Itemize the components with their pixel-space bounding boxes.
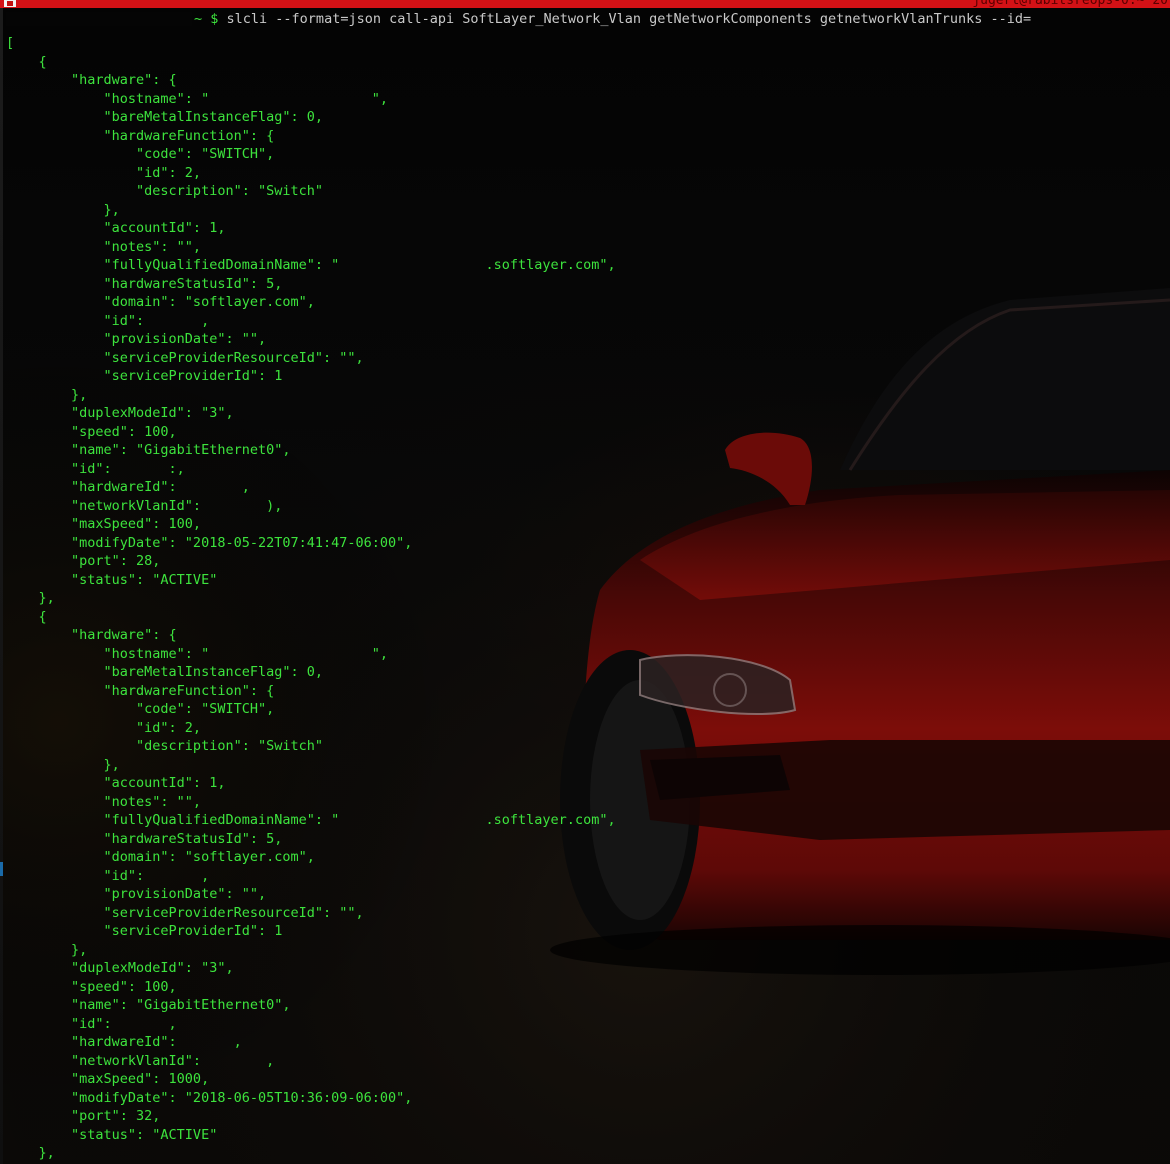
- top-panel-bar: jugert@rabitsreops-0:~ 20: [0, 0, 1170, 8]
- output-line: "status": "ACTIVE": [6, 1126, 218, 1143]
- output-line: "id": 2,: [6, 719, 202, 736]
- output-line: "fullyQualifiedDomainName": " .softlayer…: [6, 812, 616, 828]
- output-line: "accountId": 1,: [6, 775, 226, 791]
- output-line: "hardwareStatusId": 5,: [6, 275, 283, 292]
- output-line: "domain": "softlayer.com",: [6, 849, 315, 865]
- output-line: "notes": "",: [6, 793, 202, 810]
- output-line: "port": 28,: [6, 553, 161, 569]
- prompt-symbol: ~ $: [194, 11, 219, 27]
- output-line: "modifyDate": "2018-06-05T10:36:09-06:00…: [6, 1089, 413, 1106]
- output-line: "serviceProviderResourceId": "",: [6, 349, 364, 366]
- output-line: "hardwareStatusId": 5,: [6, 830, 283, 847]
- output-line: [: [6, 35, 15, 51]
- output-line: "hardwareId": ,: [6, 1034, 242, 1050]
- window-title-user-host: jugert@rabitsreops-0:~ 20: [972, 0, 1168, 8]
- output-line: "hardwareId": ,: [6, 479, 250, 495]
- output-line: "domain": "softlayer.com",: [6, 294, 315, 310]
- redacted-prompt-prefix: [6, 12, 192, 26]
- output-line: },: [6, 201, 120, 218]
- output-line: },: [6, 1145, 55, 1161]
- output-line: },: [6, 756, 120, 773]
- output-line: "id": 2,: [6, 164, 202, 181]
- output-line: "serviceProviderId": 1: [6, 923, 283, 939]
- output-line: "accountId": 1,: [6, 220, 226, 236]
- output-line: "status": "ACTIVE": [6, 571, 218, 588]
- output-line: "port": 32,: [6, 1108, 161, 1124]
- output-line: "speed": 100,: [6, 423, 177, 440]
- output-line: },: [6, 590, 55, 606]
- left-window-edge: [0, 8, 3, 1164]
- output-line: "id": ,: [6, 1015, 177, 1032]
- output-line: {: [6, 608, 47, 625]
- output-line: "description": "Switch": [6, 738, 323, 754]
- output-line: "bareMetalInstanceFlag": 0,: [6, 664, 323, 680]
- output-line: "name": "GigabitEthernet0",: [6, 442, 291, 458]
- output-line: "provisionDate": "",: [6, 886, 267, 902]
- output-line: },: [6, 386, 88, 403]
- terminal-app-icon[interactable]: [4, 0, 16, 7]
- output-line: "networkVlanId": ),: [6, 497, 283, 514]
- output-line: "hardware": {: [6, 627, 177, 643]
- desktop-screen: jugert@rabitsreops-0:~ 20 ~ $ slcli --fo…: [0, 0, 1170, 1164]
- output-line: "notes": "",: [6, 238, 202, 255]
- output-line: },: [6, 941, 88, 958]
- left-edge-indicator: [0, 862, 3, 876]
- command-prompt-line: ~ $ slcli --format=json call-api SoftLay…: [6, 10, 1031, 29]
- output-line: "duplexModeId": "3",: [6, 960, 234, 976]
- output-line: "speed": 100,: [6, 978, 177, 995]
- output-line: "hostname": " ",: [6, 90, 389, 107]
- output-line: "duplexModeId": "3",: [6, 405, 234, 421]
- output-line: "maxSpeed": 100,: [6, 516, 202, 532]
- output-line: "serviceProviderId": 1: [6, 368, 283, 384]
- output-line: "code": "SWITCH",: [6, 146, 275, 162]
- output-line: {: [6, 53, 47, 70]
- output-line: "maxSpeed": 1000,: [6, 1071, 210, 1087]
- prompt-text: ~ $ slcli --format=json call-api SoftLay…: [194, 10, 1031, 29]
- command-output: [ { "hardware": { "hostname": " ", "bare…: [6, 34, 616, 1164]
- output-line: "id": :,: [6, 460, 185, 477]
- output-line: "provisionDate": "",: [6, 331, 267, 347]
- output-line: "fullyQualifiedDomainName": " .softlayer…: [6, 257, 616, 273]
- output-line: "description": "Switch": [6, 183, 323, 199]
- output-line: "modifyDate": "2018-05-22T07:41:47-06:00…: [6, 534, 413, 551]
- command-text: slcli --format=json call-api SoftLayer_N…: [226, 11, 1032, 27]
- output-line: "bareMetalInstanceFlag": 0,: [6, 109, 323, 125]
- output-line: "name": "GigabitEthernet0",: [6, 997, 291, 1013]
- output-line: "code": "SWITCH",: [6, 701, 275, 717]
- output-line: "hardware": {: [6, 72, 177, 88]
- output-line: "networkVlanId": ,: [6, 1052, 275, 1069]
- output-line: "id": ,: [6, 312, 210, 329]
- output-line: "hardwareFunction": {: [6, 682, 275, 699]
- output-line: "hardwareFunction": {: [6, 127, 275, 144]
- terminal-window[interactable]: ~ $ slcli --format=json call-api SoftLay…: [6, 10, 1166, 1164]
- output-line: "id": ,: [6, 867, 210, 884]
- output-line: "hostname": " ",: [6, 645, 389, 662]
- output-line: "serviceProviderResourceId": "",: [6, 904, 364, 921]
